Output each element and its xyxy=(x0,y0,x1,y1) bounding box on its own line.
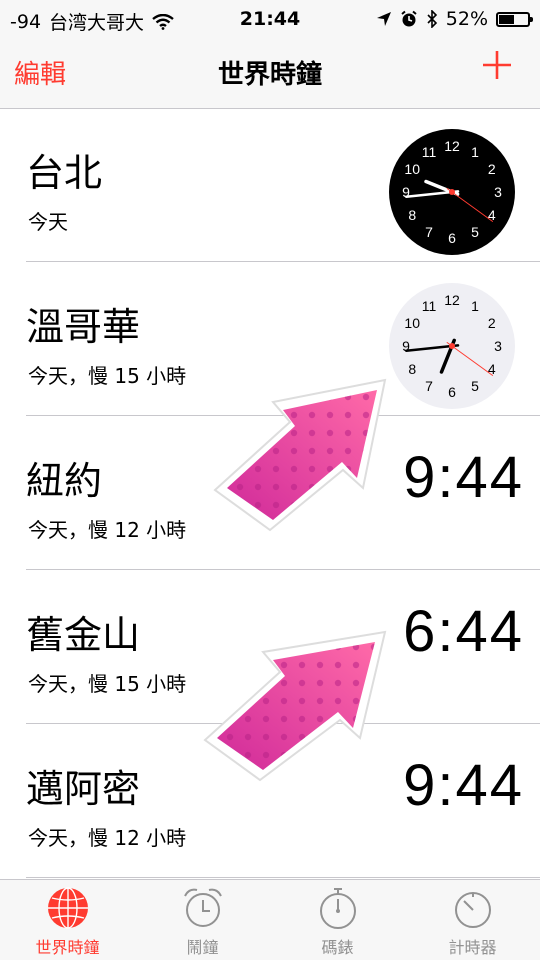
tab-stopwatch[interactable]: 碼錶 xyxy=(270,886,405,958)
status-bar: -94 台湾大哥大 21:44 52% xyxy=(0,0,540,38)
clock-numeral: 5 xyxy=(471,378,479,394)
clock-numeral: 2 xyxy=(488,315,496,331)
time-offset: 今天，慢 15 小時 xyxy=(28,672,187,696)
tab-alarm[interactable]: 鬧鐘 xyxy=(135,886,270,958)
alarm-clock-icon xyxy=(183,888,222,927)
digital-time: 6:44 xyxy=(403,599,524,664)
time-offset: 今天，慢 15 小時 xyxy=(28,364,187,388)
clock-center xyxy=(449,189,455,195)
tab-label: 世界時鐘 xyxy=(35,938,100,957)
time-offset: 今天，慢 12 小時 xyxy=(28,518,187,542)
clock-numeral: 10 xyxy=(404,315,420,331)
tab-label: 計時器 xyxy=(448,938,497,957)
clock-numeral: 5 xyxy=(471,224,479,240)
city-name: 舊金山 xyxy=(26,613,141,657)
clock-row-san-francisco[interactable]: 舊金山 今天，慢 15 小時 6:44 xyxy=(0,570,540,724)
clock-row-taipei[interactable]: 台北 今天 1 2 3 4 5 6 7 8 9 10 11 12 xyxy=(0,108,540,262)
battery-icon xyxy=(496,11,533,27)
clock-numeral: 6 xyxy=(448,384,456,400)
tab-label: 碼錶 xyxy=(321,938,354,957)
page-title: 世界時鐘 xyxy=(217,60,322,90)
analog-clock-light: 1234567891011 12 xyxy=(389,283,515,409)
battery-percent: 52% xyxy=(445,8,488,30)
clock-numeral: 6 xyxy=(448,230,456,246)
globe-icon xyxy=(47,887,88,929)
clock-numeral: 12 xyxy=(444,292,460,308)
timer-icon xyxy=(454,892,491,928)
clock-numeral: 7 xyxy=(425,224,433,240)
clock-numeral: 8 xyxy=(408,207,416,223)
clock-numeral: 3 xyxy=(494,338,502,354)
clock-numeral: 3 xyxy=(494,184,502,200)
tab-timer[interactable]: 計時器 xyxy=(405,886,540,958)
alarm-icon xyxy=(401,10,417,27)
time-offset: 今天，慢 12 小時 xyxy=(28,826,187,850)
clock-row-new-york[interactable]: 紐約 今天，慢 12 小時 9:44 xyxy=(0,416,540,570)
clock-numeral: 8 xyxy=(408,361,416,377)
clock-numeral: 10 xyxy=(404,161,420,177)
bluetooth-icon xyxy=(427,10,437,28)
clock-numeral: 2 xyxy=(488,161,496,177)
city-name: 紐約 xyxy=(26,459,103,503)
clock-numeral: 12 xyxy=(444,138,460,154)
tab-label: 鬧鐘 xyxy=(186,938,219,957)
clock-numeral: 1 xyxy=(471,298,479,314)
digital-time: 9:44 xyxy=(403,445,524,510)
clock-numeral: 1 xyxy=(471,144,479,160)
location-arrow-icon xyxy=(376,12,391,26)
clock-numeral: 7 xyxy=(425,378,433,394)
add-clock-button[interactable] xyxy=(480,48,514,82)
city-name: 溫哥華 xyxy=(26,305,141,349)
time-offset: 今天 xyxy=(28,210,68,234)
tab-world-clock[interactable]: 世界時鐘 xyxy=(0,886,135,958)
city-name: 邁阿密 xyxy=(26,767,141,811)
clock-numeral: 11 xyxy=(422,144,437,160)
analog-clock-dark: 1234567891011 12 xyxy=(389,129,515,255)
stopwatch-icon xyxy=(319,888,356,929)
battery-fill xyxy=(499,14,514,24)
clock-center xyxy=(449,343,455,349)
city-name: 台北 xyxy=(26,151,103,195)
tab-bar: 世界時鐘 鬧鐘 碼錶 計時器 xyxy=(0,879,540,960)
digital-time: 9:44 xyxy=(403,753,524,818)
clock-row-vancouver[interactable]: 溫哥華 今天，慢 15 小時 1 2 3 4 5 6 7 8 9 10 11 12 xyxy=(0,262,540,416)
status-right: 52% xyxy=(376,8,533,30)
navigation-bar: 編輯 世界時鐘 xyxy=(0,38,540,109)
clock-row-miami[interactable]: 邁阿密 今天，慢 12 小時 9:44 xyxy=(0,724,540,878)
clock-numeral: 11 xyxy=(422,298,437,314)
